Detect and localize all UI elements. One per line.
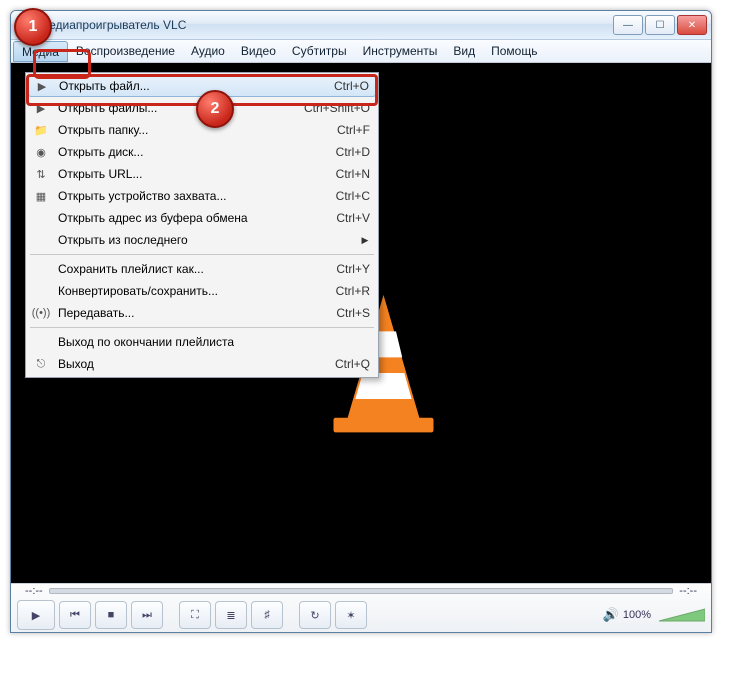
menu-item-shortcut: Ctrl+Q xyxy=(335,357,370,371)
seek-bar[interactable]: --:-- --:-- xyxy=(11,584,711,598)
menu-item-5[interactable]: ▦ Открыть устройство захвата... Ctrl+C xyxy=(28,185,376,207)
minimize-button[interactable]: — xyxy=(613,15,643,35)
time-start: --:-- xyxy=(25,585,43,597)
menu-item-shortcut: Ctrl+C xyxy=(336,189,370,203)
menu-view[interactable]: Вид xyxy=(445,40,483,62)
ext-icon: ≣ xyxy=(226,609,235,622)
menu-item-shortcut: Ctrl+Y xyxy=(336,262,370,276)
next-icon: ⏭ xyxy=(142,609,152,622)
menu-item-label: Открыть папку... xyxy=(58,123,327,137)
disc-icon: ◉ xyxy=(32,144,50,160)
fullscreen-icon: ⛶ xyxy=(191,609,199,622)
capture-icon: ▦ xyxy=(32,188,50,204)
close-button[interactable]: ✕ xyxy=(677,15,707,35)
shuffle-icon: ✶ xyxy=(346,609,355,622)
menu-item-13[interactable]: Выход по окончании плейлиста xyxy=(28,331,376,353)
loop-button[interactable]: ↻ xyxy=(299,601,331,629)
menu-item-shortcut: Ctrl+R xyxy=(336,284,370,298)
blank-icon xyxy=(32,261,50,277)
menu-item-label: Сохранить плейлист как... xyxy=(58,262,326,276)
shuffle-button[interactable]: ✶ xyxy=(335,601,367,629)
seek-track[interactable] xyxy=(49,588,674,594)
menu-item-shortcut: Ctrl+Shift+O xyxy=(304,101,370,115)
menu-item-label: Открыть файлы... xyxy=(58,101,294,115)
menu-item-14[interactable]: ⎋ Выход Ctrl+Q xyxy=(28,353,376,375)
eq-icon: ♯ xyxy=(264,609,270,621)
fullscreen-button[interactable]: ⛶ xyxy=(179,601,211,629)
menu-item-11[interactable]: ((•)) Передавать... Ctrl+S xyxy=(28,302,376,324)
menu-item-6[interactable]: Открыть адрес из буфера обмена Ctrl+V xyxy=(28,207,376,229)
menu-item-shortcut: Ctrl+V xyxy=(336,211,370,225)
next-button[interactable]: ⏭ xyxy=(131,601,163,629)
window-buttons: — ☐ ✕ xyxy=(613,15,707,35)
menu-playback[interactable]: Воспроизведение xyxy=(68,40,183,62)
time-end: --:-- xyxy=(679,585,697,597)
menu-item-9[interactable]: Сохранить плейлист как... Ctrl+Y xyxy=(28,258,376,280)
play-files-icon: ▶ xyxy=(32,100,50,116)
controls-bar: --:-- --:-- ▶ ⏮ ■ ⏭ ⛶ ≣ ♯ ↻ ✶ 🔊 100% xyxy=(11,583,711,632)
window-title: Медиапроигрыватель VLC xyxy=(39,18,613,32)
menu-item-7[interactable]: Открыть из последнего ▶ xyxy=(28,229,376,251)
menu-item-shortcut: Ctrl+N xyxy=(336,167,370,181)
menu-item-label: Открыть файл... xyxy=(59,79,324,93)
menu-item-shortcut: Ctrl+D xyxy=(336,145,370,159)
extended-button[interactable]: ≣ xyxy=(215,601,247,629)
play-icon: ▶ xyxy=(32,609,40,622)
stream-icon: ((•)) xyxy=(32,305,50,321)
callout-2: 2 xyxy=(196,90,234,128)
menu-item-shortcut: Ctrl+S xyxy=(336,306,370,320)
menu-item-label: Открыть из последнего xyxy=(58,233,350,247)
menu-item-label: Открыть URL... xyxy=(58,167,326,181)
menu-item-10[interactable]: Конвертировать/сохранить... Ctrl+R xyxy=(28,280,376,302)
blank-icon xyxy=(32,210,50,226)
menu-subtitles[interactable]: Субтитры xyxy=(284,40,355,62)
loop-icon: ↻ xyxy=(310,609,319,622)
maximize-button[interactable]: ☐ xyxy=(645,15,675,35)
menu-item-label: Открыть диск... xyxy=(58,145,326,159)
prev-icon: ⏮ xyxy=(70,609,80,622)
volume-slider[interactable] xyxy=(659,607,705,623)
folder-icon: 📁 xyxy=(32,122,50,138)
play-file-icon: ▶ xyxy=(33,78,51,94)
stop-button[interactable]: ■ xyxy=(95,601,127,629)
menu-help[interactable]: Помощь xyxy=(483,40,545,62)
menu-item-shortcut: Ctrl+O xyxy=(334,79,369,93)
blank-icon xyxy=(32,334,50,350)
prev-button[interactable]: ⏮ xyxy=(59,601,91,629)
blank-icon xyxy=(32,232,50,248)
menu-item-4[interactable]: ⇅ Открыть URL... Ctrl+N xyxy=(28,163,376,185)
menu-video[interactable]: Видео xyxy=(233,40,284,62)
menu-item-label: Выход по окончании плейлиста xyxy=(58,335,360,349)
equalizer-button[interactable]: ♯ xyxy=(251,601,283,629)
menu-tools[interactable]: Инструменты xyxy=(355,40,446,62)
menu-item-3[interactable]: ◉ Открыть диск... Ctrl+D xyxy=(28,141,376,163)
play-button[interactable]: ▶ xyxy=(17,600,55,630)
menu-item-label: Конвертировать/сохранить... xyxy=(58,284,326,298)
menu-separator xyxy=(30,327,374,328)
callout-1: 1 xyxy=(14,8,52,46)
menu-item-label: Передавать... xyxy=(58,306,326,320)
control-row: ▶ ⏮ ■ ⏭ ⛶ ≣ ♯ ↻ ✶ 🔊 100% xyxy=(11,598,711,632)
volume-label: 100% xyxy=(623,609,651,621)
menu-separator xyxy=(30,254,374,255)
menu-item-shortcut: Ctrl+F xyxy=(337,123,370,137)
menu-item-label: Открыть устройство захвата... xyxy=(58,189,326,203)
submenu-arrow-icon: ▶ xyxy=(360,235,370,246)
menu-item-label: Выход xyxy=(58,357,325,371)
network-icon: ⇅ xyxy=(32,166,50,182)
menu-item-label: Открыть адрес из буфера обмена xyxy=(58,211,326,225)
speaker-icon[interactable]: 🔊 xyxy=(603,607,619,623)
exit-icon: ⎋ xyxy=(32,356,50,372)
blank-icon xyxy=(32,283,50,299)
stop-icon: ■ xyxy=(108,609,115,621)
menubar: Медиа Воспроизведение Аудио Видео Субтит… xyxy=(11,40,711,63)
menu-audio[interactable]: Аудио xyxy=(183,40,233,62)
titlebar: Медиапроигрыватель VLC — ☐ ✕ xyxy=(11,11,711,40)
